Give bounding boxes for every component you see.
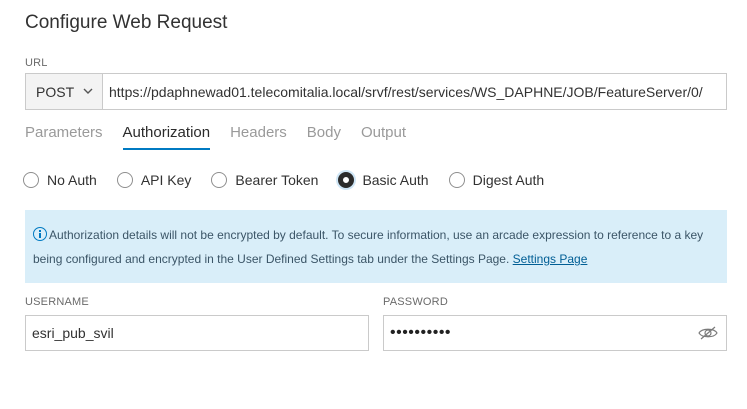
dialog-title: Configure Web Request (25, 12, 228, 33)
notice-text: Authorization details will not be encryp… (33, 228, 704, 266)
radio-circle (448, 172, 465, 188)
settings-page-link[interactable]: Settings Page (513, 252, 588, 266)
encryption-notice: Authorization details will not be encryp… (25, 210, 727, 283)
radio-label: No Auth (47, 172, 97, 188)
tab-output[interactable]: Output (361, 124, 406, 150)
tab-body[interactable]: Body (307, 124, 341, 150)
eye-slash-icon[interactable] (698, 325, 718, 341)
radio-label: Basic Auth (362, 172, 429, 188)
method-value: POST (36, 83, 75, 100)
username-label: USERNAME (25, 296, 89, 308)
chevron-down-icon (83, 88, 93, 94)
radio-circle-selected (338, 172, 355, 188)
radio-no-auth[interactable]: No Auth (23, 172, 97, 188)
auth-type-group: No Auth API Key Bearer Token Basic Auth … (23, 172, 564, 188)
url-input[interactable]: https://pdaphnewad01.telecomitalia.local… (103, 73, 727, 110)
tab-authorization[interactable]: Authorization (122, 124, 211, 150)
radio-basic-auth[interactable]: Basic Auth (338, 172, 429, 188)
password-field[interactable]: •••••••••• (383, 315, 727, 351)
password-label: PASSWORD (383, 296, 448, 308)
radio-circle (23, 172, 39, 188)
tab-headers[interactable]: Headers (230, 124, 287, 150)
radio-api-key[interactable]: API Key (116, 172, 192, 188)
radio-label: Digest Auth (472, 172, 545, 188)
radio-circle (116, 172, 133, 188)
radio-bearer-token[interactable]: Bearer Token (211, 172, 318, 188)
radio-label: API Key (140, 172, 192, 188)
password-value: •••••••••• (390, 324, 452, 341)
tab-bar: Parameters Authorization Headers Body Ou… (25, 124, 426, 152)
url-label: URL (25, 57, 48, 69)
method-select[interactable]: POST (25, 73, 103, 110)
username-field[interactable]: esri_pub_svil (25, 315, 369, 351)
radio-digest-auth[interactable]: Digest Auth (448, 172, 545, 188)
radio-circle (211, 172, 228, 188)
tab-parameters[interactable]: Parameters (25, 124, 103, 150)
radio-label: Bearer Token (235, 172, 319, 188)
info-icon (33, 227, 47, 241)
